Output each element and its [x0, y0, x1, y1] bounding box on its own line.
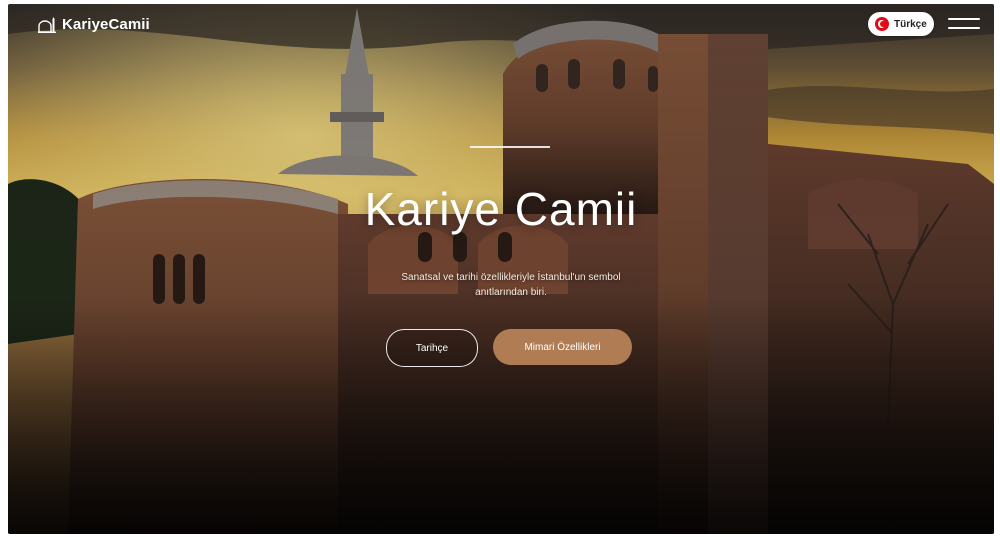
- site-header: KariyeCamii Türkçe: [8, 4, 994, 48]
- title-divider: [470, 146, 550, 148]
- logo-text: KariyeCamii: [62, 16, 150, 33]
- hero-section: KariyeCamii Türkçe Kariye Camii Sanatsal…: [8, 4, 994, 534]
- menu-bar: [948, 18, 980, 20]
- history-button[interactable]: Tarihçe: [386, 329, 478, 367]
- menu-bar: [948, 27, 980, 29]
- hero-subtitle: Sanatsal ve tarihi özellikleriyle İstanb…: [401, 272, 621, 298]
- language-label: Türkçe: [894, 18, 927, 30]
- hero-background-photo: [8, 4, 994, 534]
- mosque-logo-icon: [38, 16, 56, 33]
- turkish-flag-icon: [875, 17, 889, 31]
- site-logo[interactable]: KariyeCamii: [38, 16, 150, 33]
- hero-title: Kariye Camii: [364, 183, 638, 235]
- hamburger-menu-icon[interactable]: [948, 16, 982, 32]
- language-selector[interactable]: Türkçe: [868, 12, 934, 36]
- architecture-button[interactable]: Mimari Özellikleri: [493, 329, 632, 365]
